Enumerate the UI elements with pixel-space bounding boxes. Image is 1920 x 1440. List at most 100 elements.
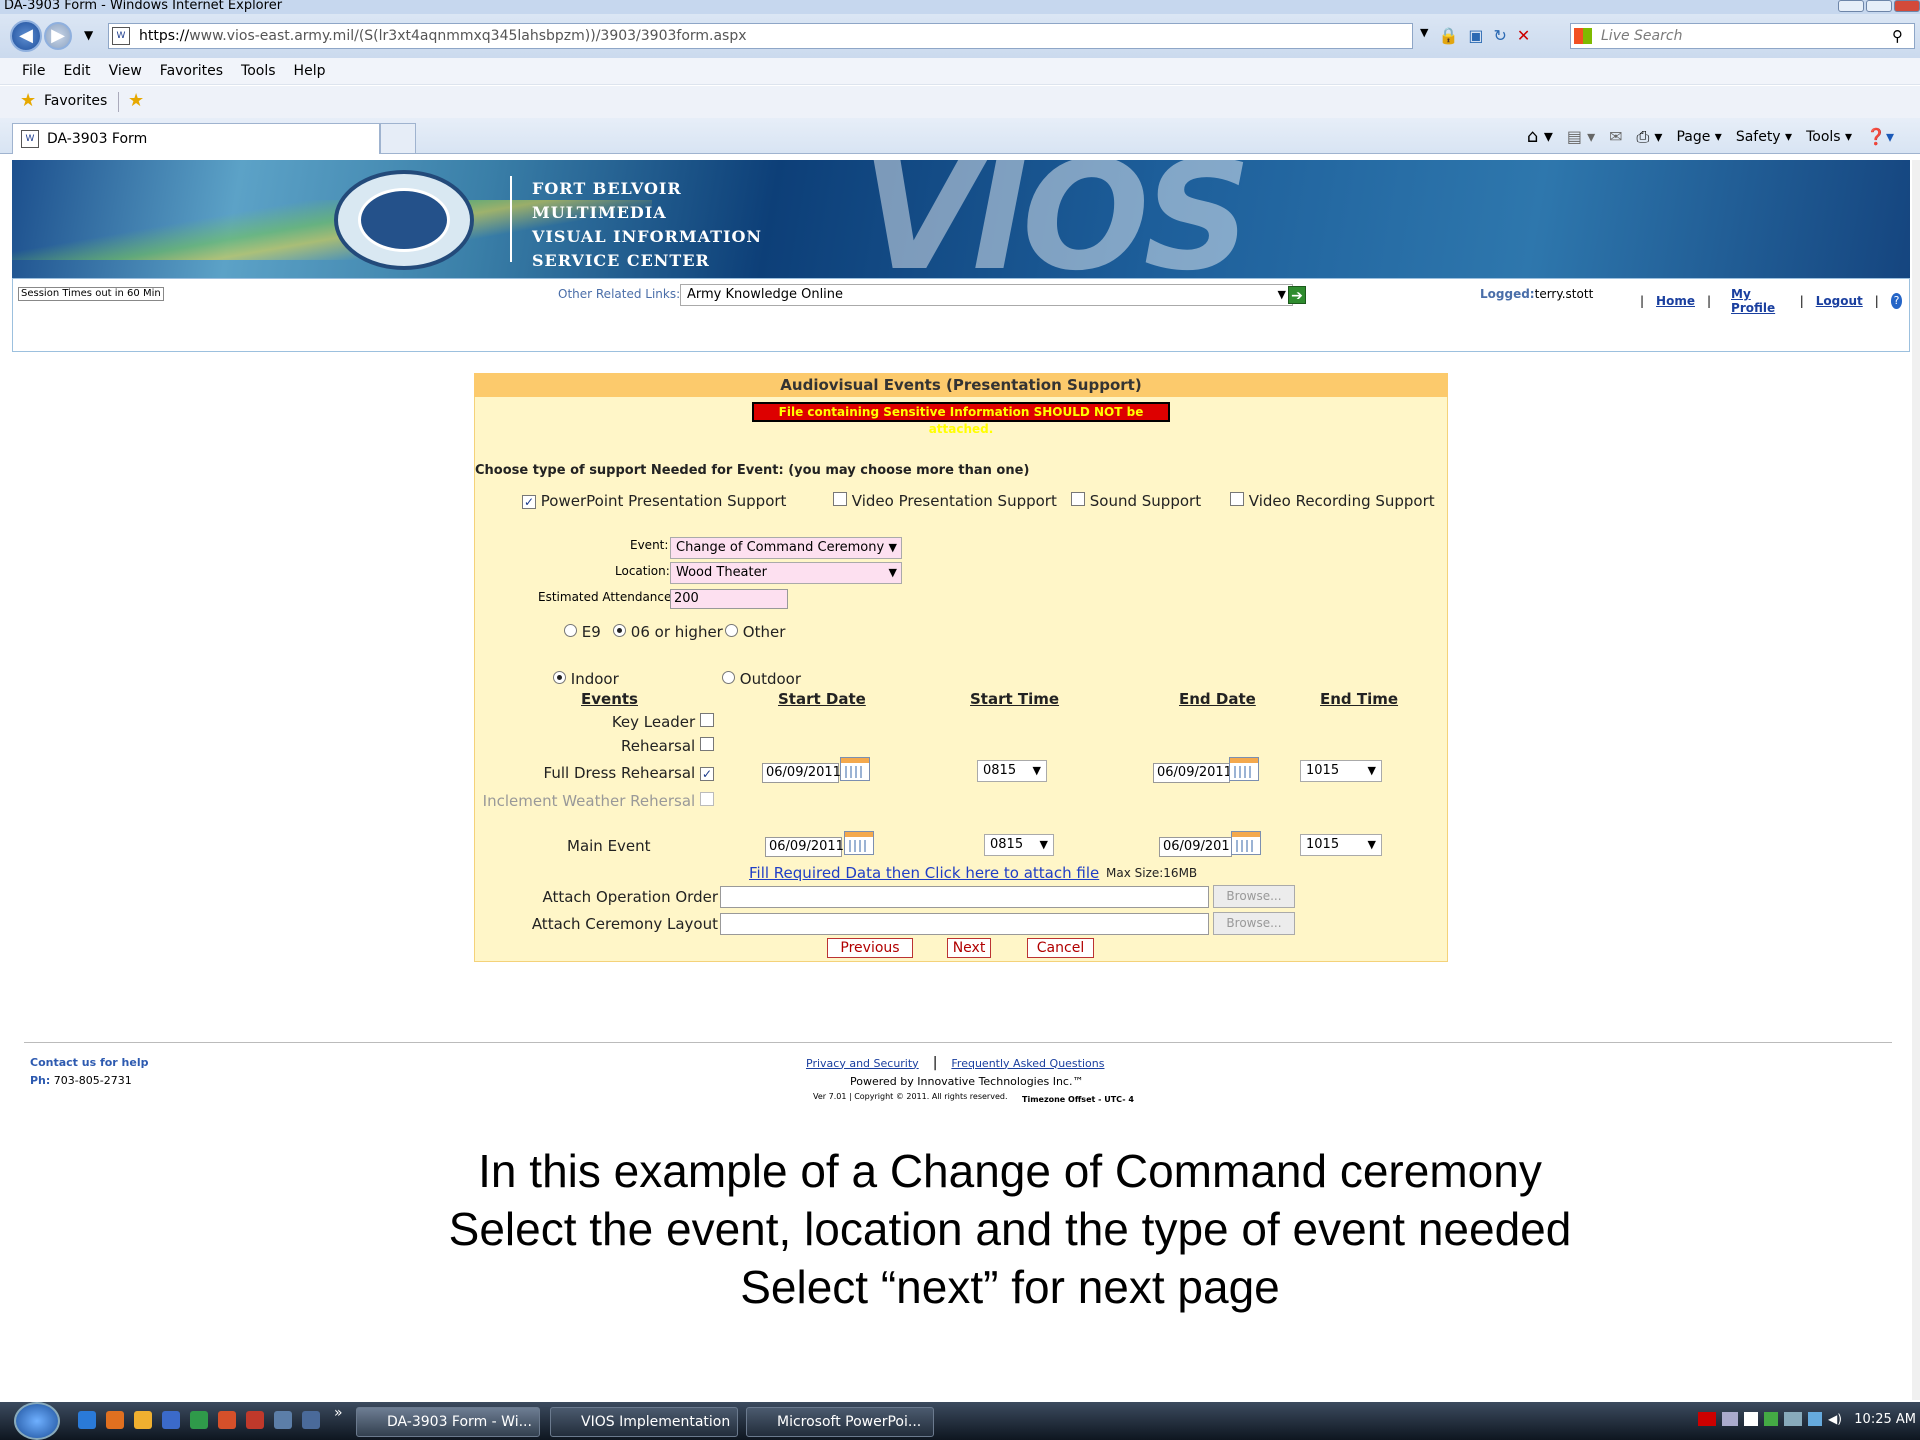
rank-other[interactable]: Other — [725, 623, 785, 641]
full-dress-end-time[interactable]: 1015 ▼ — [1300, 760, 1382, 782]
e9-radio[interactable] — [564, 624, 577, 637]
rehearsal-checkbox[interactable] — [700, 737, 714, 751]
location-select[interactable]: Wood Theater ▼ — [670, 562, 902, 584]
task-vios-implementation[interactable]: VIOS Implementation — [550, 1407, 738, 1437]
inclement-checkbox[interactable] — [700, 792, 714, 806]
full-dress-start-date[interactable]: 06/09/2011 — [762, 763, 841, 783]
print-icon[interactable]: ⎙ ▾ — [1637, 123, 1663, 151]
attendance-input[interactable]: 200 — [670, 589, 788, 609]
op-order-browse-button[interactable]: Browse... — [1213, 885, 1295, 908]
tab-da3903[interactable]: W DA-3903 Form — [12, 123, 380, 154]
main-event-start-time[interactable]: 0815 ▼ — [984, 834, 1054, 856]
stop-icon[interactable]: ✕ — [1517, 26, 1530, 45]
security-icon[interactable] — [1744, 1412, 1758, 1426]
mail-icon[interactable]: ✉ — [1609, 123, 1622, 151]
menu-help[interactable]: Help — [294, 58, 326, 84]
connection-icon[interactable] — [1808, 1412, 1822, 1426]
attach-file-link[interactable]: Fill Required Data then Click here to at… — [749, 864, 1099, 882]
refresh-icon[interactable]: ↻ — [1494, 26, 1507, 45]
volume-icon[interactable]: ◀) — [1828, 1412, 1842, 1426]
faq-link[interactable]: Frequently Asked Questions — [951, 1057, 1104, 1070]
contact-help-link[interactable]: Contact us for help — [30, 1056, 149, 1069]
op-order-file-input[interactable] — [720, 886, 1209, 908]
compatibility-icon[interactable]: ▣ — [1468, 26, 1483, 45]
calendar-icon[interactable] — [840, 757, 870, 781]
tools-menu[interactable]: Tools ▾ — [1806, 123, 1852, 151]
address-dropdown-icon[interactable]: ▼ — [1420, 26, 1428, 45]
next-button[interactable]: Next — [947, 938, 991, 958]
powerpoint-checkbox[interactable]: ✓ — [522, 495, 536, 509]
home-link[interactable]: Home — [1656, 294, 1695, 308]
page-menu[interactable]: Page ▾ — [1676, 123, 1721, 151]
support-powerpoint[interactable]: ✓ PowerPoint Presentation Support — [522, 492, 786, 510]
support-video-recording[interactable]: Video Recording Support — [1230, 492, 1435, 510]
video-presentation-checkbox[interactable] — [833, 492, 847, 506]
outdoor-radio[interactable] — [722, 671, 735, 684]
o6-radio[interactable] — [613, 624, 626, 637]
outlook-quicklaunch-icon[interactable] — [134, 1411, 152, 1429]
privacy-link[interactable]: Privacy and Security — [806, 1057, 919, 1070]
lock-icon[interactable]: 🔒 — [1438, 26, 1458, 45]
task-powerpoint[interactable]: Microsoft PowerPoi... — [746, 1407, 934, 1437]
venue-indoor[interactable]: Indoor — [553, 670, 619, 688]
main-event-end-time[interactable]: 1015 ▼ — [1300, 834, 1382, 856]
maximize-button[interactable] — [1866, 0, 1892, 12]
more-quicklaunch-icon[interactable]: » — [334, 1405, 343, 1421]
previous-button[interactable]: Previous — [827, 938, 913, 958]
switch-windows-icon[interactable] — [302, 1411, 320, 1429]
support-sound[interactable]: Sound Support — [1071, 492, 1201, 510]
main-event-start-date[interactable]: 06/09/2011 — [765, 837, 844, 857]
address-bar[interactable]: https://www.vios-east.army.mil/(S(lr3xt4… — [108, 23, 1413, 49]
close-window-button[interactable] — [1894, 0, 1920, 12]
sound-checkbox[interactable] — [1071, 492, 1085, 506]
network-icon[interactable] — [1722, 1412, 1738, 1426]
full-dress-start-time[interactable]: 0815 ▼ — [977, 760, 1047, 782]
logout-link[interactable]: Logout — [1816, 294, 1863, 308]
acrobat-quicklaunch-icon[interactable] — [246, 1411, 264, 1429]
calendar-icon[interactable] — [844, 831, 874, 855]
calendar-icon[interactable] — [1229, 757, 1259, 781]
home-icon[interactable]: ⌂ ▾ — [1527, 123, 1553, 151]
menu-edit[interactable]: Edit — [63, 58, 90, 84]
forward-button[interactable]: ▶ — [44, 22, 72, 50]
related-links-select[interactable]: Army Knowledge Online ▼ — [680, 284, 1293, 306]
video-recording-checkbox[interactable] — [1230, 492, 1244, 506]
menu-favorites[interactable]: Favorites — [160, 58, 223, 84]
go-arrow-icon[interactable]: ➔ — [1288, 286, 1306, 304]
event-select[interactable]: Change of Command Ceremony ▼ — [670, 537, 902, 559]
vertical-scrollbar[interactable] — [1912, 160, 1920, 1400]
add-favorite-icon[interactable]: ★ — [128, 86, 144, 116]
support-video-presentation[interactable]: Video Presentation Support — [833, 492, 1057, 510]
cancel-button[interactable]: Cancel — [1027, 938, 1094, 958]
firefox-quicklaunch-icon[interactable] — [106, 1411, 124, 1429]
search-input[interactable]: Live Search — [1570, 23, 1915, 49]
powerpoint-quicklaunch-icon[interactable] — [218, 1411, 236, 1429]
task-ie[interactable]: DA-3903 Form - Wi... — [356, 1407, 540, 1437]
search-go-icon[interactable]: ⚲ — [1892, 27, 1903, 45]
full-dress-end-date[interactable]: 06/09/2011 — [1153, 763, 1232, 783]
favorites-button[interactable]: Favorites — [44, 86, 107, 116]
desktop-quicklaunch-icon[interactable] — [274, 1411, 292, 1429]
full-dress-checkbox[interactable]: ✓ — [700, 767, 714, 781]
menu-file[interactable]: File — [22, 58, 45, 84]
back-button[interactable]: ◀ — [10, 20, 42, 52]
layout-browse-button[interactable]: Browse... — [1213, 912, 1295, 935]
new-tab-button[interactable] — [380, 123, 416, 154]
excel-quicklaunch-icon[interactable] — [190, 1411, 208, 1429]
start-button[interactable] — [14, 1402, 60, 1440]
ati-icon[interactable] — [1698, 1412, 1716, 1426]
display-icon[interactable] — [1784, 1412, 1802, 1426]
help-circle-icon[interactable]: ? — [1890, 293, 1903, 309]
rank-e9[interactable]: E9 — [564, 623, 601, 641]
menu-tools[interactable]: Tools — [241, 58, 276, 84]
history-dropdown-icon[interactable]: ▼ — [84, 28, 93, 42]
other-radio[interactable] — [725, 624, 738, 637]
layout-file-input[interactable] — [720, 913, 1209, 935]
ie-quicklaunch-icon[interactable] — [78, 1411, 96, 1429]
feeds-icon[interactable]: ▤ ▾ — [1567, 123, 1595, 151]
calendar-icon[interactable] — [1231, 831, 1261, 855]
help-icon[interactable]: ❓▾ — [1866, 123, 1894, 151]
minimize-button[interactable] — [1838, 0, 1864, 12]
menu-view[interactable]: View — [109, 58, 142, 84]
safety-menu[interactable]: Safety ▾ — [1736, 123, 1792, 151]
